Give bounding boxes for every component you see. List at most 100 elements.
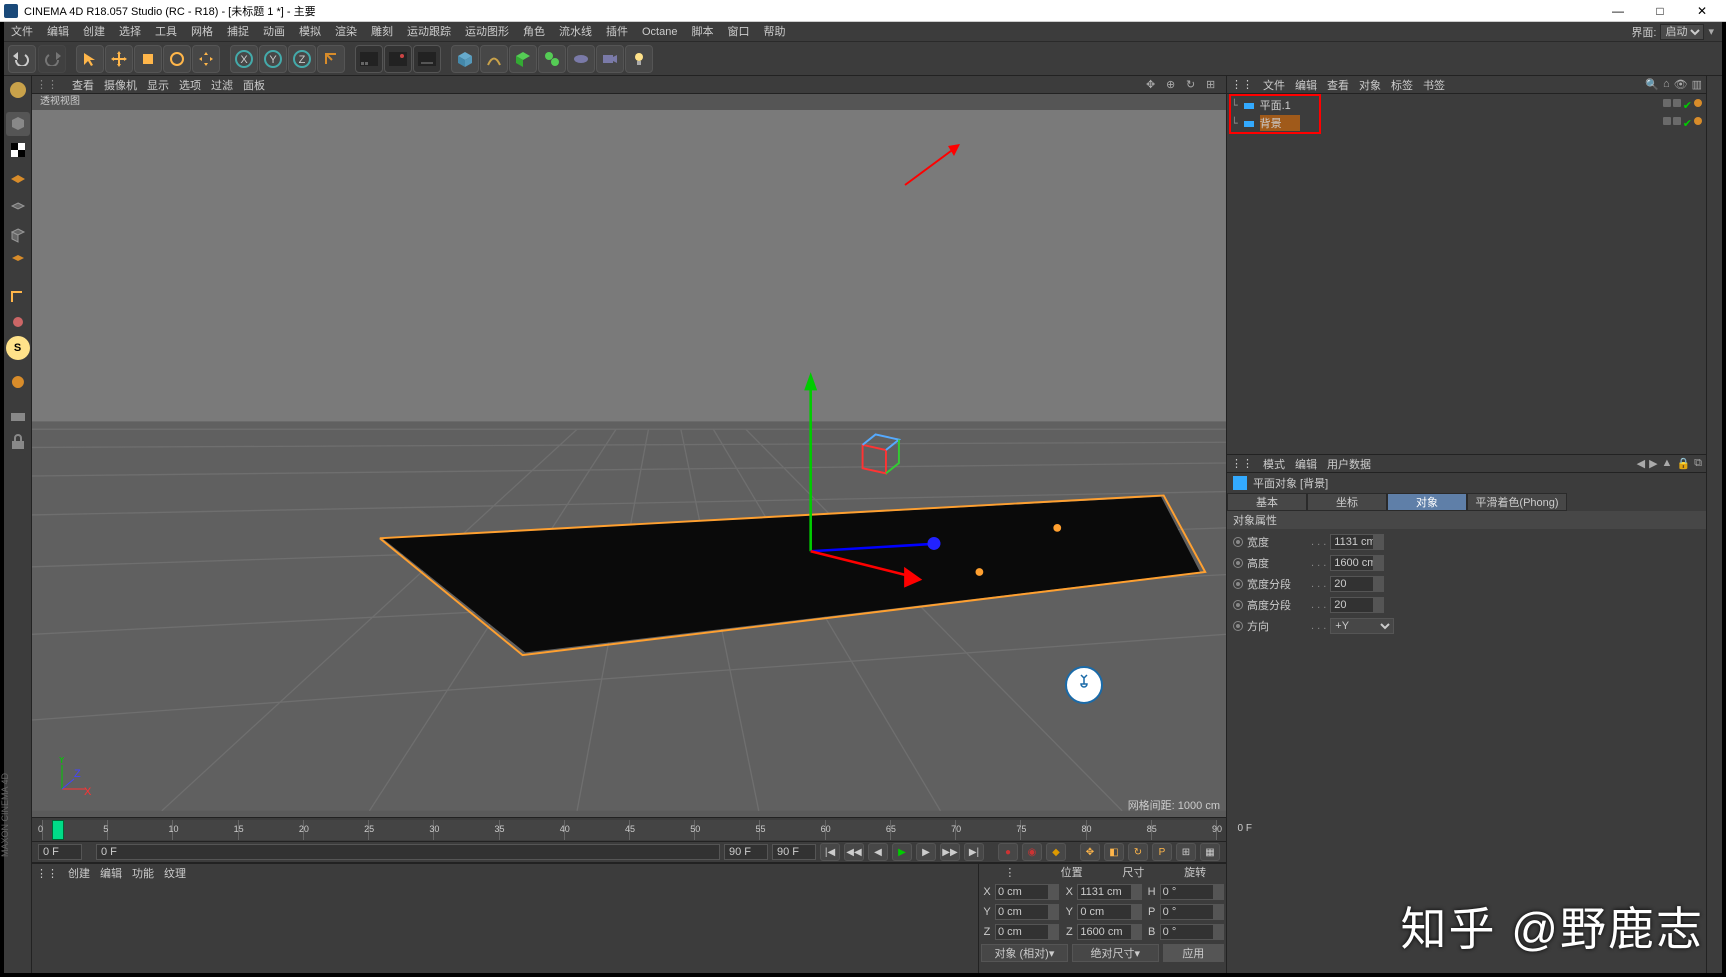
undo-button[interactable]	[8, 45, 36, 73]
vpmenu-display[interactable]: 显示	[147, 77, 169, 93]
model-mode[interactable]	[6, 112, 30, 136]
menu-animate[interactable]: 动画	[256, 22, 292, 42]
size-mode-select[interactable]: 绝对尺寸 ▾	[1072, 944, 1159, 962]
render-settings-button[interactable]	[413, 45, 441, 73]
tab-object[interactable]: 对象	[1387, 493, 1467, 511]
environment-button[interactable]	[567, 45, 595, 73]
layout-select[interactable]: 启动	[1660, 24, 1704, 40]
goto-start-button[interactable]: |◀	[820, 843, 840, 861]
size-Y-field[interactable]: 0 cm	[1077, 904, 1141, 920]
vis-render-icon[interactable]	[1673, 117, 1681, 125]
home-icon[interactable]: ⌂	[1663, 78, 1670, 91]
timeline-scrub[interactable]: 0 F	[96, 844, 720, 860]
next-frame-button[interactable]: ▶	[916, 843, 936, 861]
object-row[interactable]: └ 背景 ✔	[1231, 114, 1702, 132]
lock-icon[interactable]: 🔒	[1676, 457, 1690, 470]
anim-dot[interactable]	[1233, 579, 1243, 589]
move-tool[interactable]	[105, 45, 133, 73]
nav-back-icon[interactable]: ◀	[1637, 457, 1645, 470]
menu-character[interactable]: 角色	[516, 22, 552, 42]
right-dock-bar[interactable]	[1706, 76, 1722, 973]
vpmenu-camera[interactable]: 摄像机	[104, 77, 137, 93]
scale-tool[interactable]	[134, 45, 162, 73]
poly-mode[interactable]	[6, 250, 30, 274]
locked-workplane[interactable]	[6, 430, 30, 454]
make-editable-button[interactable]	[6, 78, 30, 102]
key-rot-button[interactable]: ↻	[1128, 843, 1148, 861]
vpmenu-options[interactable]: 选项	[179, 77, 201, 93]
menu-help[interactable]: 帮助	[756, 22, 792, 42]
enable-toggle[interactable]: ✔	[1683, 117, 1692, 130]
eye-icon[interactable]: 👁	[1674, 78, 1688, 91]
size-Z-field[interactable]: 1600 cm	[1077, 924, 1141, 940]
camera-button[interactable]	[596, 45, 624, 73]
matmenu-edit[interactable]: 编辑	[100, 865, 122, 881]
vpmenu-view[interactable]: 查看	[72, 77, 94, 93]
vp-nav3-icon[interactable]: ↻	[1186, 78, 1200, 92]
phong-tag-icon[interactable]	[1694, 99, 1702, 107]
vis-editor-icon[interactable]	[1663, 99, 1671, 107]
anim-dot[interactable]	[1233, 621, 1243, 631]
nav-fwd-icon[interactable]: ▶	[1649, 457, 1657, 470]
edge-mode[interactable]	[6, 224, 30, 248]
menu-file[interactable]: 文件	[4, 22, 40, 42]
layout-panel-icon[interactable]: ▥	[1692, 78, 1702, 91]
anim-dot[interactable]	[1233, 558, 1243, 568]
tweak-mode[interactable]	[6, 310, 30, 334]
objmenu-edit[interactable]: 编辑	[1295, 77, 1317, 93]
deformer-button[interactable]	[538, 45, 566, 73]
attr-高度分段-field[interactable]: 20	[1330, 597, 1384, 613]
snap-toggle[interactable]: S	[6, 336, 30, 360]
object-row[interactable]: └ 平面.1 ✔	[1231, 96, 1702, 114]
key-param-button[interactable]: P	[1152, 843, 1172, 861]
menu-snap[interactable]: 捕捉	[220, 22, 256, 42]
play-button[interactable]: ▶	[892, 843, 912, 861]
object-manager[interactable]: └ 平面.1 ✔ └ 背景 ✔	[1227, 94, 1706, 454]
goto-end-button[interactable]: ▶|	[964, 843, 984, 861]
rot-B-field[interactable]: 0 °	[1160, 924, 1224, 940]
render-view-button[interactable]	[355, 45, 383, 73]
vp-nav4-icon[interactable]: ⊞	[1206, 78, 1220, 92]
menu-mograph[interactable]: 运动图形	[458, 22, 516, 42]
pos-Z-field[interactable]: 0 cm	[995, 924, 1059, 940]
objmenu-objects[interactable]: 对象	[1359, 77, 1381, 93]
anim-dot[interactable]	[1233, 600, 1243, 610]
vp-nav2-icon[interactable]: ⊕	[1166, 78, 1180, 92]
vpmenu-filter[interactable]: 过滤	[211, 77, 233, 93]
panel-grip-icon[interactable]: ⋮⋮	[1231, 78, 1253, 91]
anim-dot[interactable]	[1233, 537, 1243, 547]
key-pos-button[interactable]: ✥	[1080, 843, 1100, 861]
record-button[interactable]: ●	[998, 843, 1018, 861]
primitive-cube-button[interactable]	[451, 45, 479, 73]
axis-y-lock[interactable]: Y	[259, 45, 287, 73]
search-icon[interactable]: 🔍	[1645, 78, 1659, 91]
playhead[interactable]	[52, 820, 64, 840]
redo-button[interactable]	[38, 45, 66, 73]
timeline-options[interactable]: ▦	[1200, 843, 1220, 861]
tab-basic[interactable]: 基本	[1227, 493, 1307, 511]
timeline[interactable]: 0510152025303540455055606570758085900 F	[32, 817, 1226, 841]
rot-P-field[interactable]: 0 °	[1160, 904, 1224, 920]
menu-render[interactable]: 渲染	[328, 22, 364, 42]
autokey-button[interactable]: ◉	[1022, 843, 1042, 861]
rot-H-field[interactable]: 0 °	[1160, 884, 1224, 900]
generator-button[interactable]	[509, 45, 537, 73]
attrmenu-edit[interactable]: 编辑	[1295, 456, 1317, 472]
attr-高度-field[interactable]: 1600 cm	[1330, 555, 1384, 571]
render-pv-button[interactable]	[384, 45, 412, 73]
tab-phong[interactable]: 平滑着色(Phong)	[1467, 493, 1567, 511]
menu-mesh[interactable]: 网格	[184, 22, 220, 42]
direction-select[interactable]: +Y	[1330, 618, 1394, 634]
soft-select[interactable]	[6, 370, 30, 394]
coord-system[interactable]	[317, 45, 345, 73]
close-button[interactable]: ✕	[1688, 4, 1716, 18]
objmenu-bookmarks[interactable]: 书签	[1423, 77, 1445, 93]
axis-x-lock[interactable]: X	[230, 45, 258, 73]
minimize-button[interactable]: —	[1604, 4, 1632, 18]
key-scale-button[interactable]: ◧	[1104, 843, 1124, 861]
attr-宽度分段-field[interactable]: 20	[1330, 576, 1384, 592]
objmenu-view[interactable]: 查看	[1327, 77, 1349, 93]
pos-X-field[interactable]: 0 cm	[995, 884, 1059, 900]
vpmenu-panel[interactable]: 面板	[243, 77, 265, 93]
enable-toggle[interactable]: ✔	[1683, 99, 1692, 112]
